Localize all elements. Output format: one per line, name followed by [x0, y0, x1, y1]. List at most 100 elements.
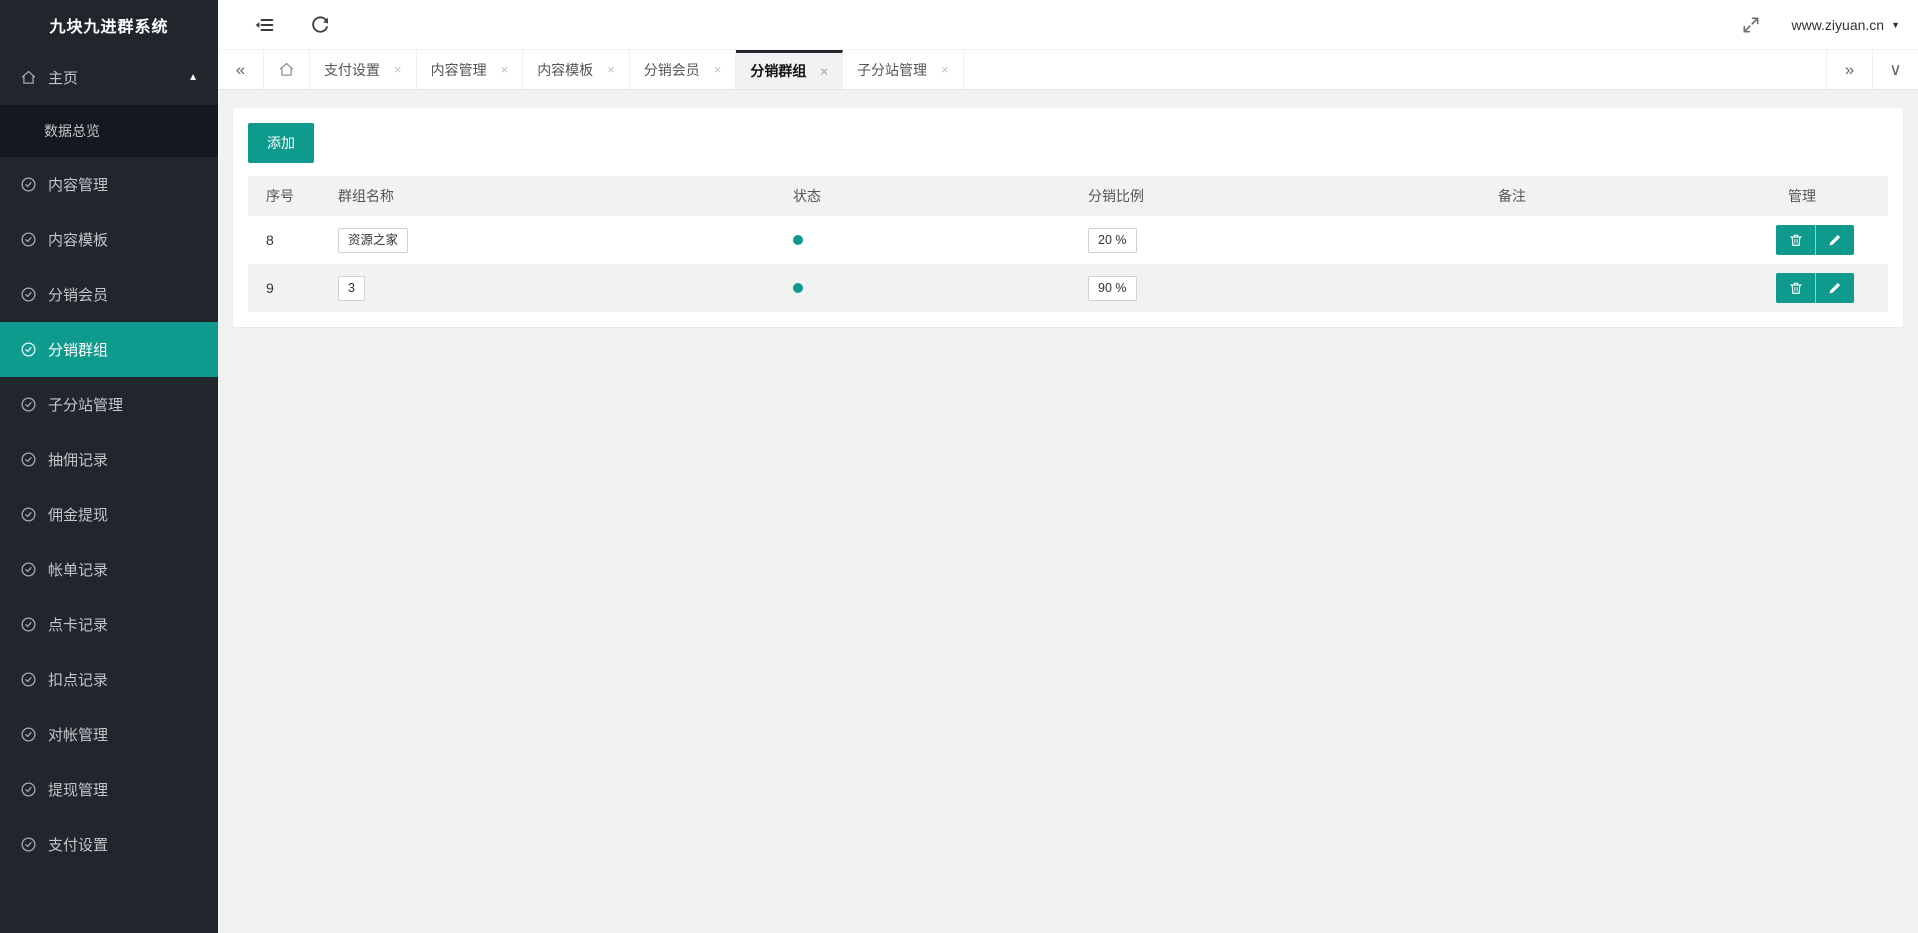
tab-label: 分销会员 — [644, 60, 700, 80]
sidebar-item-commission-withdraw[interactable]: 佣金提现 — [0, 487, 218, 542]
cell-status — [778, 264, 1073, 312]
badge-check-icon — [20, 561, 37, 578]
tab-distribution-group[interactable]: 分销群组 × — [736, 50, 843, 89]
cell-ratio: 20 % — [1073, 216, 1483, 264]
sidebar-item-content-template[interactable]: 内容模板 — [0, 212, 218, 267]
cell-ratio: 90 % — [1073, 264, 1483, 312]
cell-name: 资源之家 — [323, 216, 778, 264]
badge-check-icon — [20, 286, 37, 303]
tab-home[interactable] — [264, 50, 310, 89]
tabbar-spacer — [964, 50, 1826, 89]
col-header-id: 序号 — [248, 176, 323, 216]
site-label: www.ziyuan.cn — [1791, 17, 1884, 33]
tab-distribution-member[interactable]: 分销会员 × — [630, 50, 737, 89]
add-button[interactable]: 添加 — [248, 123, 314, 163]
cell-remark — [1483, 216, 1773, 264]
col-header-ratio: 分销比例 — [1073, 176, 1483, 216]
col-header-remark: 备注 — [1483, 176, 1773, 216]
tab-sub-site-management[interactable]: 子分站管理 × — [843, 50, 964, 89]
tab-label: 子分站管理 — [857, 60, 927, 80]
status-dot-icon — [793, 235, 803, 245]
tab-content-template[interactable]: 内容模板 × — [523, 50, 630, 89]
tab-content-management[interactable]: 内容管理 × — [417, 50, 524, 89]
sidebar: 九块九进群系统 主页 ▲ 数据总览 内容管理 内容模板 分销会员 分销群组 子分… — [0, 0, 218, 933]
col-header-name: 群组名称 — [323, 176, 778, 216]
sidebar-item-distribution-group[interactable]: 分销群组 — [0, 322, 218, 377]
badge-check-icon — [20, 451, 37, 468]
sidebar-item-label: 对帐管理 — [48, 724, 108, 745]
trash-icon — [1789, 233, 1803, 247]
sidebar-item-bill-record[interactable]: 帐单记录 — [0, 542, 218, 597]
sidebar-item-deduction-record[interactable]: 扣点记录 — [0, 652, 218, 707]
sidebar-item-distribution-member[interactable]: 分销会员 — [0, 267, 218, 322]
sidebar-item-label: 抽佣记录 — [48, 449, 108, 470]
cell-manage — [1773, 216, 1888, 264]
pencil-icon — [1828, 281, 1842, 295]
sidebar-item-payment-settings[interactable]: 支付设置 — [0, 817, 218, 872]
tabbar: « 支付设置 × 内容管理 × 内容模板 × 分销会员 × 分销群组 × — [218, 50, 1918, 90]
caret-up-icon: ▲ — [188, 72, 198, 83]
badge-check-icon — [20, 781, 37, 798]
sidebar-item-withdraw-management[interactable]: 提现管理 — [0, 762, 218, 817]
sidebar-item-label: 分销群组 — [48, 339, 108, 360]
tabs-scroll-right-button[interactable]: » — [1826, 50, 1872, 89]
sidebar-item-label: 内容管理 — [48, 174, 108, 195]
sidebar-item-label: 分销会员 — [48, 284, 108, 305]
tabs-scroll-left-button[interactable]: « — [218, 50, 264, 89]
collapse-sidebar-icon[interactable] — [254, 15, 274, 35]
home-icon — [278, 61, 295, 78]
badge-check-icon — [20, 671, 37, 688]
cell-id: 9 — [248, 264, 323, 312]
tab-label: 内容模板 — [537, 60, 593, 80]
sidebar-item-card-record[interactable]: 点卡记录 — [0, 597, 218, 652]
sidebar-subitem-data-overview[interactable]: 数据总览 — [0, 105, 218, 157]
badge-check-icon — [20, 341, 37, 358]
sidebar-item-commission-record[interactable]: 抽佣记录 — [0, 432, 218, 487]
topbar: www.ziyuan.cn ▼ — [218, 0, 1918, 50]
edit-button[interactable] — [1815, 273, 1854, 303]
sidebar-item-home[interactable]: 主页 ▲ — [0, 50, 218, 105]
edit-button[interactable] — [1815, 225, 1854, 255]
close-icon[interactable]: × — [714, 62, 722, 77]
sidebar-item-label: 子分站管理 — [48, 394, 123, 415]
close-icon[interactable]: × — [501, 62, 509, 77]
sidebar-item-label: 点卡记录 — [48, 614, 108, 635]
delete-button[interactable] — [1776, 225, 1815, 255]
tab-label: 支付设置 — [324, 60, 380, 80]
group-name-box[interactable]: 资源之家 — [338, 228, 408, 253]
sidebar-item-reconciliation[interactable]: 对帐管理 — [0, 707, 218, 762]
badge-check-icon — [20, 836, 37, 853]
tab-payment-settings[interactable]: 支付设置 × — [310, 50, 417, 89]
col-header-status: 状态 — [778, 176, 1073, 216]
site-dropdown[interactable]: www.ziyuan.cn ▼ — [1791, 17, 1900, 33]
badge-check-icon — [20, 396, 37, 413]
caret-down-icon: ▼ — [1891, 20, 1900, 30]
tab-label: 内容管理 — [431, 60, 487, 80]
refresh-icon[interactable] — [310, 15, 330, 35]
group-table: 序号 群组名称 状态 分销比例 备注 管理 8 资源之家 — [248, 176, 1888, 312]
close-icon[interactable]: × — [394, 62, 402, 77]
cell-manage — [1773, 264, 1888, 312]
cell-id: 8 — [248, 216, 323, 264]
sidebar-item-content-management[interactable]: 内容管理 — [0, 157, 218, 212]
sidebar-subitem-label: 数据总览 — [44, 121, 100, 141]
trash-icon — [1789, 281, 1803, 295]
pencil-icon — [1828, 233, 1842, 247]
col-header-manage: 管理 — [1773, 176, 1888, 216]
cell-remark — [1483, 264, 1773, 312]
ratio-box[interactable]: 90 % — [1088, 276, 1137, 301]
tabs-menu-button[interactable]: ∨ — [1872, 50, 1918, 89]
sidebar-item-sub-site-management[interactable]: 子分站管理 — [0, 377, 218, 432]
home-icon — [20, 69, 37, 86]
sidebar-item-label: 帐单记录 — [48, 559, 108, 580]
delete-button[interactable] — [1776, 273, 1815, 303]
table-header-row: 序号 群组名称 状态 分销比例 备注 管理 — [248, 176, 1888, 216]
ratio-box[interactable]: 20 % — [1088, 228, 1137, 253]
sidebar-item-label: 提现管理 — [48, 779, 108, 800]
tab-label: 分销群组 — [750, 61, 806, 81]
close-icon[interactable]: × — [607, 62, 615, 77]
close-icon[interactable]: × — [820, 64, 828, 79]
close-icon[interactable]: × — [941, 62, 949, 77]
group-name-box[interactable]: 3 — [338, 276, 365, 301]
fullscreen-icon[interactable] — [1741, 15, 1761, 35]
